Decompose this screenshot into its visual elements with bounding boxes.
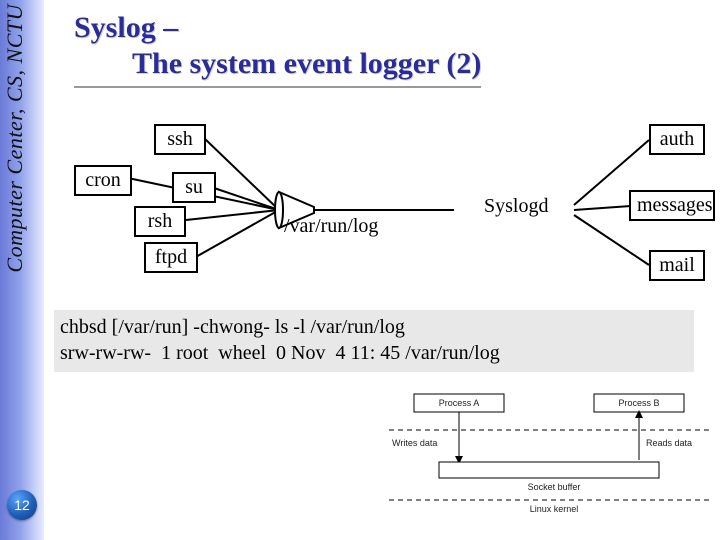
page-number-badge: 12 (7, 490, 37, 520)
terminal-snippet: chbsd [/var/run] -chwong- ls -l /var/run… (54, 310, 694, 372)
process-diagram: Process A Process B Writes data Reads da… (384, 390, 714, 520)
sender-ftpd: ftpd (155, 246, 187, 268)
terminal-line1: chbsd [/var/run] -chwong- ls -l /var/run… (60, 314, 688, 340)
socket-path-label: /var/run/log (284, 215, 378, 238)
sink-messages-box: messages (629, 190, 715, 221)
sender-rsh: rsh (148, 210, 172, 232)
sender-ssh-box: ssh (154, 124, 206, 155)
sink-mail-box: mail (649, 250, 705, 281)
title-line2: The system event logger (2) (74, 46, 481, 88)
sender-su: su (185, 176, 203, 198)
title-dash: – (156, 11, 179, 44)
slide-content: Syslog – The system event logger (2) ssh… (44, 0, 720, 540)
terminal-line2: srw-rw-rw- 1 root wheel 0 Nov 4 11: 45 /… (60, 340, 688, 366)
sender-rsh-box: rsh (134, 206, 186, 237)
socket-buffer-label: Socket buffer (519, 482, 589, 492)
title-line1-a: Syslog (74, 11, 156, 44)
sink-auth-box: auth (649, 124, 705, 155)
process-diagram-svg (384, 390, 714, 520)
sink-auth: auth (660, 128, 694, 150)
syslogd-label: Syslogd (484, 195, 548, 218)
writes-label: Writes data (392, 438, 452, 448)
reads-label: Reads data (646, 438, 706, 448)
kernel-label: Linux kernel (524, 504, 584, 514)
sender-su-box: su (172, 172, 216, 203)
sender-cron: cron (85, 169, 121, 191)
rail-org-label: Computer Center, CS, NCTU (2, 4, 28, 273)
sender-cron-box: cron (74, 165, 132, 196)
sink-mail: mail (659, 254, 695, 276)
left-rail: Computer Center, CS, NCTU (0, 0, 44, 540)
sink-messages: messages (637, 194, 713, 216)
proc-a-label: Process A (429, 398, 489, 408)
syslog-diagram: ssh cron su rsh ftpd /var/run/log Syslog… (54, 110, 714, 290)
proc-b-label: Process B (609, 398, 669, 408)
sender-ssh: ssh (167, 128, 193, 150)
sender-ftpd-box: ftpd (144, 242, 198, 273)
page-number-text: 12 (14, 497, 30, 513)
slide-title: Syslog – The system event logger (2) (74, 10, 700, 88)
